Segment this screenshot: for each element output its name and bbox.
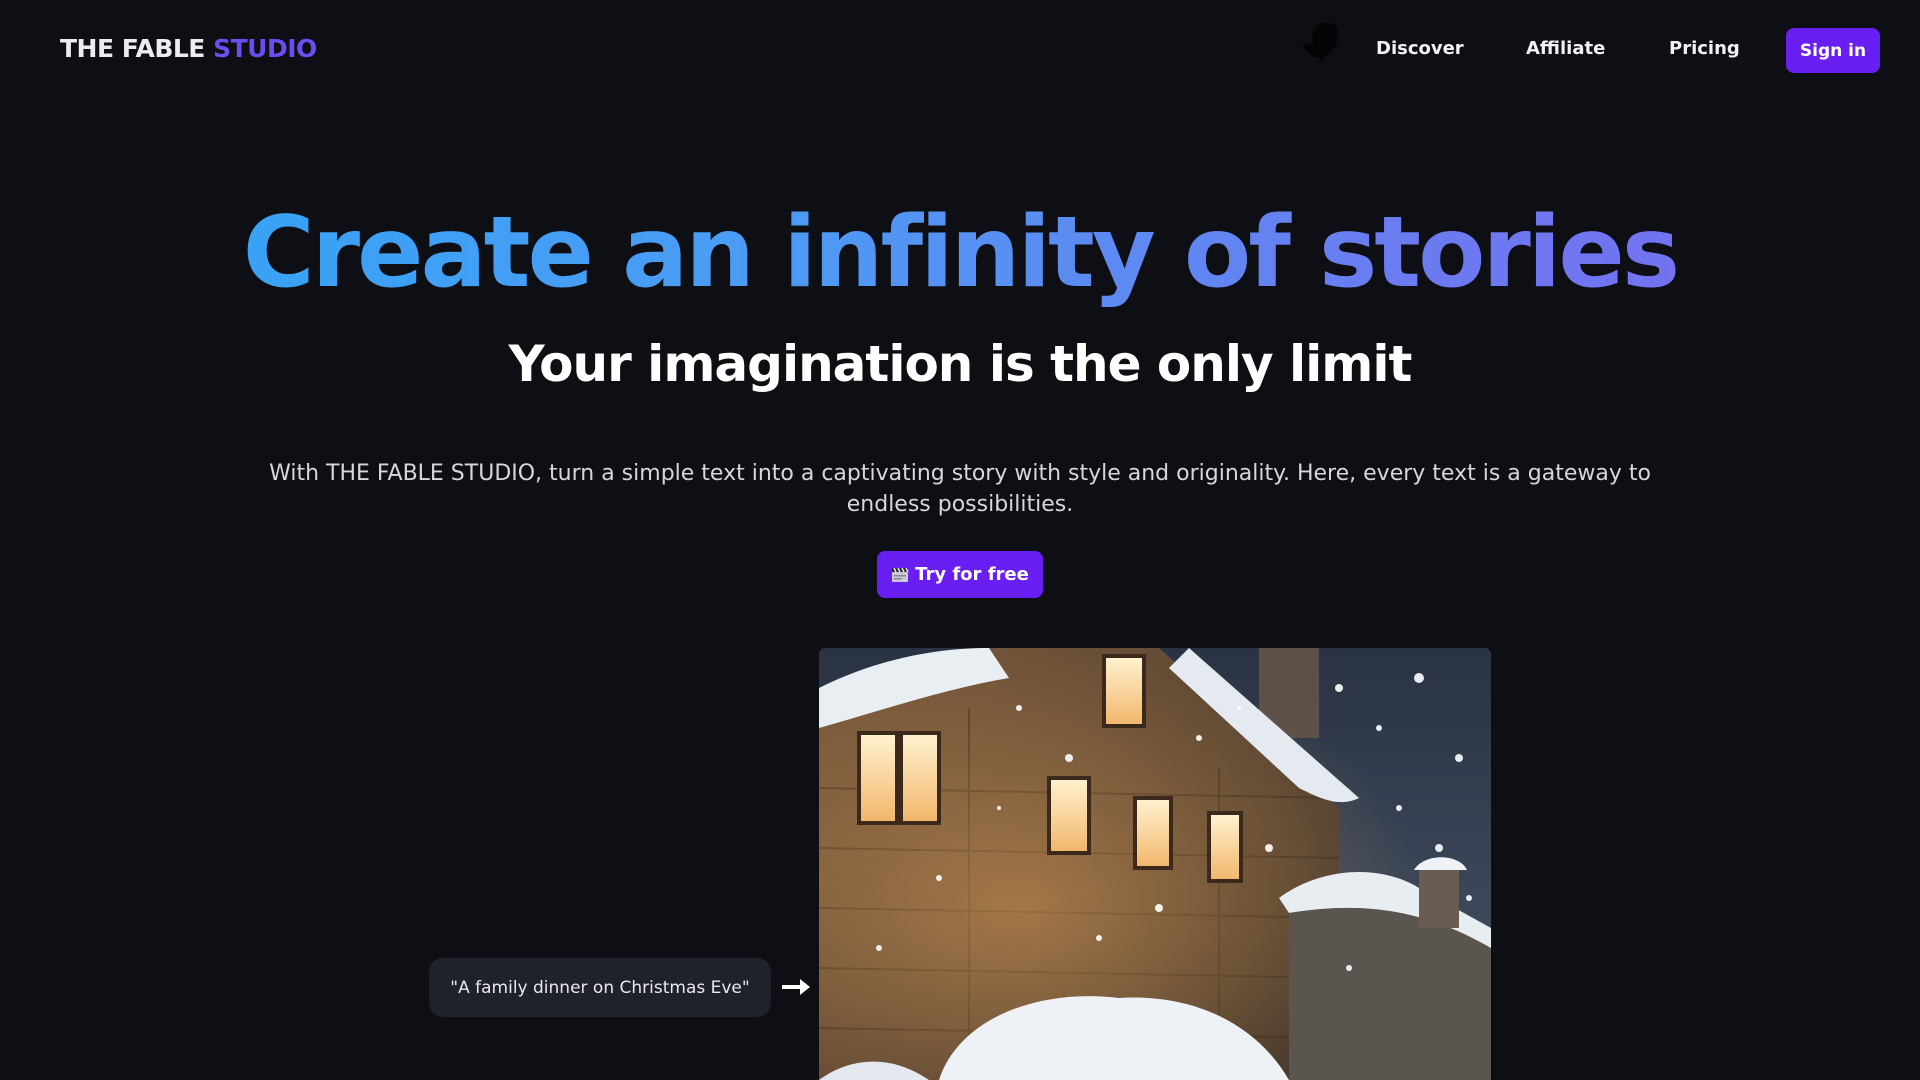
nav-link-discover[interactable]: Discover (1376, 38, 1464, 59)
generated-story-image (819, 648, 1491, 1080)
example-prompt-text: "A family dinner on Christmas Eve" (450, 977, 750, 998)
nav-link-affiliate[interactable]: Affiliate (1526, 38, 1605, 59)
snowy-house-illustration (819, 648, 1491, 1080)
landing-page: THE FABLE STUDIO Discover Affiliate Pric… (0, 0, 1920, 1080)
hero-subheadline: Your imagination is the only limit (508, 335, 1413, 393)
try-for-free-button[interactable]: Try for free (877, 551, 1043, 598)
top-nav: THE FABLE STUDIO Discover Affiliate Pric… (0, 0, 1920, 100)
clapperboard-icon (892, 567, 909, 582)
arrow-right-icon (782, 979, 810, 995)
try-for-free-label: Try for free (915, 564, 1029, 585)
logo-text-primary: THE FABLE (60, 34, 205, 63)
hero-description: With THE FABLE STUDIO, turn a simple tex… (269, 461, 1651, 517)
example-prompt: "A family dinner on Christmas Eve" (429, 958, 771, 1017)
hero-headline: Create an infinity of stories (0, 199, 1920, 308)
mascot-icon (1302, 22, 1339, 64)
logo-text-accent: STUDIO (213, 34, 317, 63)
nav-link-pricing[interactable]: Pricing (1669, 38, 1740, 59)
sign-in-button[interactable]: Sign in (1786, 28, 1880, 73)
logo[interactable]: THE FABLE STUDIO (60, 34, 317, 63)
